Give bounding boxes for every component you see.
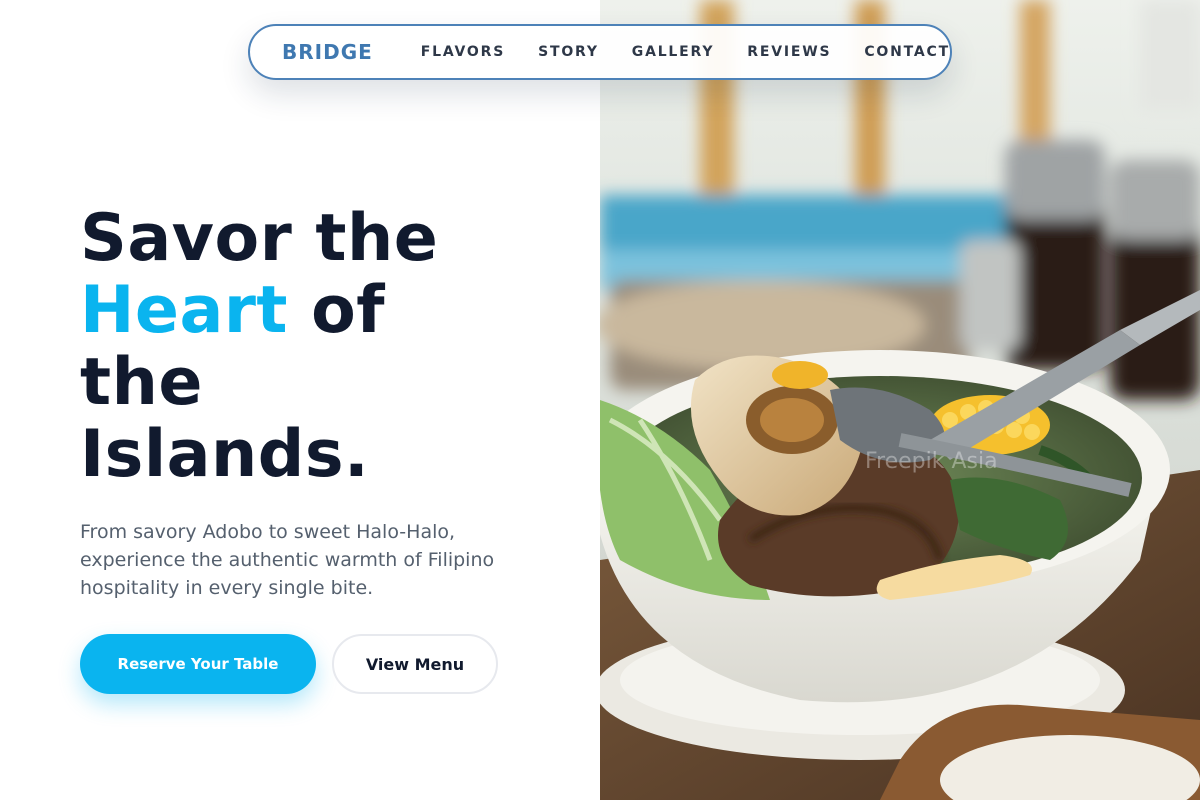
hero-headline: Savor the Heart of the Islands. — [80, 203, 580, 491]
nav-link-gallery[interactable]: GALLERY — [632, 44, 714, 60]
brand-logo[interactable]: BRIDGE — [282, 40, 373, 64]
top-navigation: BRIDGE FLAVORS STORY GALLERY REVIEWS CON… — [248, 24, 952, 80]
hero-section: Savor the Heart of the Islands. From sav… — [0, 0, 600, 800]
view-menu-button[interactable]: View Menu — [332, 634, 498, 694]
hero-food-image: Freepik Asia — [600, 0, 1200, 800]
nav-link-contact[interactable]: CONTACT — [864, 44, 950, 60]
headline-word-islands: Islands. — [80, 417, 370, 492]
headline-line-1: Savor the — [80, 201, 439, 276]
nav-links: FLAVORS STORY GALLERY REVIEWS CONTACT — [421, 44, 950, 60]
nav-link-reviews[interactable]: REVIEWS — [747, 44, 831, 60]
reserve-table-button[interactable]: Reserve Your Table — [80, 634, 316, 694]
nav-link-story[interactable]: STORY — [538, 44, 599, 60]
headline-accent-word: Heart — [80, 273, 288, 348]
hero-subtitle: From savory Adobo to sweet Halo-Halo, ex… — [80, 521, 495, 599]
svg-text:Freepik Asia: Freepik Asia — [865, 449, 998, 474]
headline-word-the: the — [80, 345, 203, 420]
headline-word-of: of — [311, 273, 386, 348]
nav-link-flavors[interactable]: FLAVORS — [421, 44, 505, 60]
